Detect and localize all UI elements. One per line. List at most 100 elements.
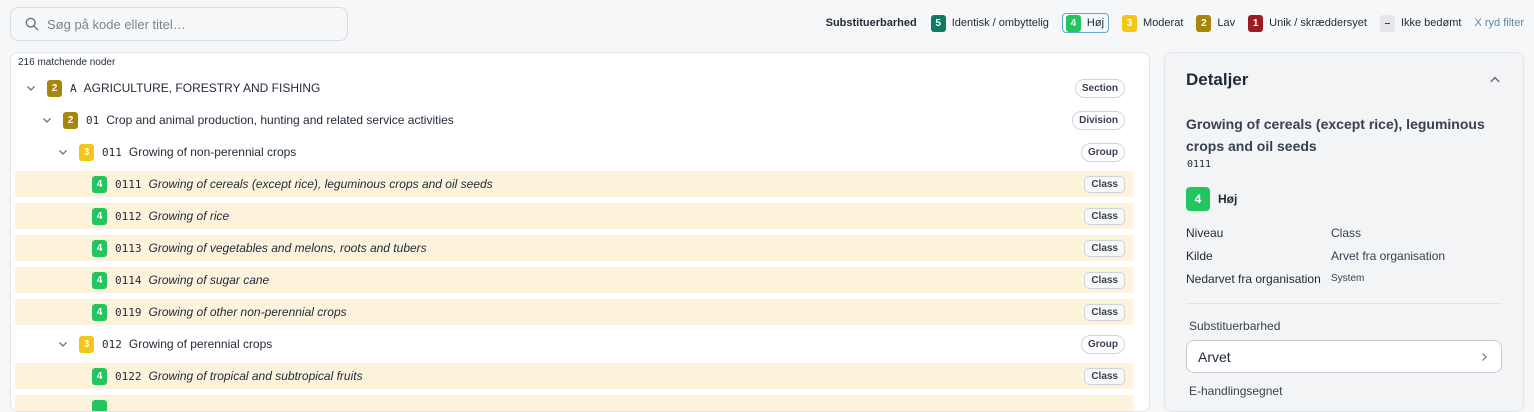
chevron-down-icon[interactable] — [25, 82, 37, 94]
legend-label: Unik / skræddersyet — [1269, 17, 1367, 29]
rating-badge: 3 — [79, 336, 94, 353]
rating-badge: – — [1380, 15, 1395, 32]
details-rating: 4 Høj — [1186, 187, 1237, 211]
node-label: Growing of cereals (except rice), legumi… — [149, 177, 493, 191]
chevron-down-icon[interactable] — [57, 146, 69, 158]
level-badge: Class — [1084, 368, 1125, 385]
rating-badge: 5 — [931, 15, 946, 32]
rating-badge: 4 — [92, 176, 107, 193]
substitutability-legend: Substituerbarhed 5Identisk / ombyttelig … — [826, 13, 1524, 33]
rating-badge: 4 — [1066, 15, 1081, 32]
field-key: Kilde — [1186, 249, 1213, 263]
chevron-down-icon[interactable] — [57, 338, 69, 350]
rating-label: Høj — [1218, 192, 1237, 206]
rating-badge: 4 — [1186, 187, 1210, 211]
field-key: Niveau — [1186, 226, 1223, 240]
tree-row-class[interactable]: 4 0114 Growing of sugar cane Class — [15, 267, 1133, 293]
legend-label: Moderat — [1143, 17, 1183, 29]
select-value: Arvet — [1198, 349, 1231, 365]
node-label: Growing of perennial crops — [129, 337, 272, 351]
level-badge: Group — [1081, 335, 1125, 354]
chevron-down-icon[interactable] — [41, 114, 53, 126]
tree-row-class[interactable]: 4 0113 Growing of vegetables and melons,… — [15, 235, 1133, 261]
level-badge: Group — [1081, 143, 1125, 162]
legend-label: Identisk / ombyttelig — [952, 17, 1049, 29]
substitutability-label: Substituerbarhed — [1189, 319, 1280, 333]
node-label: Growing of rice — [149, 209, 230, 223]
node-label: Growing of vegetables and melons, roots … — [149, 241, 427, 255]
rating-badge: 3 — [1122, 15, 1137, 32]
node-label: AGRICULTURE, FORESTRY AND FISHING — [84, 81, 321, 95]
level-badge: Section — [1075, 79, 1125, 98]
rating-badge: 4 — [92, 368, 107, 385]
node-code: 0113 — [115, 242, 142, 255]
node-code: 0122 — [115, 370, 142, 383]
tree-row-class[interactable]: 4 0122 Growing of tropical and subtropic… — [15, 363, 1133, 389]
tree-row-class[interactable]: 4 0111 Growing of cereals (except rice),… — [15, 171, 1133, 197]
node-label: Crop and animal production, hunting and … — [106, 113, 454, 127]
tree-row-group[interactable]: 3 011 Growing of non-perennial crops Gro… — [15, 139, 1133, 165]
top-bar: Substituerbarhed 5Identisk / ombyttelig … — [0, 0, 1534, 48]
legend-item-4[interactable]: 4 Høj — [1062, 13, 1109, 33]
node-code: 0112 — [115, 210, 142, 223]
rating-badge: 1 — [1248, 15, 1263, 32]
tree-row-group[interactable]: 3 012 Growing of perennial crops Group — [15, 331, 1133, 357]
node-label: Growing of non-perennial crops — [129, 145, 296, 159]
legend-item-3[interactable]: 3 Moderat — [1122, 13, 1183, 33]
level-badge: Division — [1072, 111, 1125, 130]
rating-badge: 3 — [79, 144, 94, 161]
rating-badge: 2 — [47, 80, 62, 97]
classification-tree: 216 matchende noder 2 A AGRICULTURE, FOR… — [10, 52, 1150, 412]
details-panel: Detaljer Growing of cereals (except rice… — [1164, 52, 1524, 412]
node-code: 0111 — [115, 178, 142, 191]
node-code: 0119 — [115, 306, 142, 319]
rating-badge: 2 — [63, 112, 78, 129]
rating-badge: 4 — [92, 304, 107, 321]
divider — [1186, 303, 1502, 304]
node-label: Growing of other non-perennial crops — [149, 305, 347, 319]
rating-badge — [92, 400, 107, 412]
details-heading: Detaljer — [1186, 70, 1248, 90]
tree-row-class[interactable]: 4 0119 Growing of other non-perennial cr… — [15, 299, 1133, 325]
legend-item-2[interactable]: 2 Lav — [1196, 13, 1235, 33]
search-input[interactable] — [47, 17, 337, 32]
field-value: Class — [1331, 226, 1361, 240]
legend-item-unrated[interactable]: –Ikke bedømt — [1380, 13, 1462, 33]
tree-row-class[interactable]: 4 0112 Growing of rice Class — [15, 203, 1133, 229]
node-code: 011 — [102, 146, 122, 159]
level-badge: Class — [1084, 272, 1125, 289]
chevron-right-icon — [1479, 352, 1489, 362]
tree-row-section[interactable]: 2 A AGRICULTURE, FORESTRY AND FISHING Se… — [15, 75, 1133, 101]
node-code: 01 — [86, 114, 99, 127]
field-value: Arvet fra organisation — [1331, 249, 1445, 263]
chevron-up-icon[interactable] — [1489, 74, 1501, 86]
substitutability-select[interactable]: Arvet — [1186, 340, 1502, 373]
search-box[interactable] — [10, 7, 348, 41]
level-badge: Class — [1084, 304, 1125, 321]
tree-row-division[interactable]: 2 01 Crop and animal production, hunting… — [15, 107, 1133, 133]
legend-item-5[interactable]: 5 Identisk / ombyttelig — [931, 13, 1049, 33]
rating-badge: 4 — [92, 208, 107, 225]
legend-label: Høj — [1087, 17, 1104, 29]
legend-label: Lav — [1217, 17, 1235, 29]
node-label: Growing of tropical and subtropical frui… — [149, 369, 363, 383]
rating-badge: 4 — [92, 272, 107, 289]
e-commerce-label: E-handlingsegnet — [1189, 384, 1282, 398]
legend-item-1[interactable]: 1 Unik / skræddersyet — [1248, 13, 1367, 33]
level-badge: Class — [1084, 176, 1125, 193]
rating-badge: 2 — [1196, 15, 1211, 32]
node-code: 0114 — [115, 274, 142, 287]
field-key: Nedarvet fra organisation — [1186, 272, 1321, 286]
node-code: 012 — [102, 338, 122, 351]
level-badge: Class — [1084, 208, 1125, 225]
details-title: Growing of cereals (except rice), legumi… — [1186, 113, 1506, 157]
legend-title: Substituerbarhed — [826, 17, 917, 29]
clear-filter-link[interactable]: X ryd filter — [1474, 17, 1524, 29]
node-label: Growing of sugar cane — [149, 273, 270, 287]
node-code: A — [70, 82, 77, 95]
field-value: System — [1331, 273, 1364, 284]
match-count: 216 matchende noder — [18, 57, 115, 68]
search-icon — [25, 17, 39, 31]
details-code: 0111 — [1187, 159, 1211, 170]
rating-badge: 4 — [92, 240, 107, 257]
